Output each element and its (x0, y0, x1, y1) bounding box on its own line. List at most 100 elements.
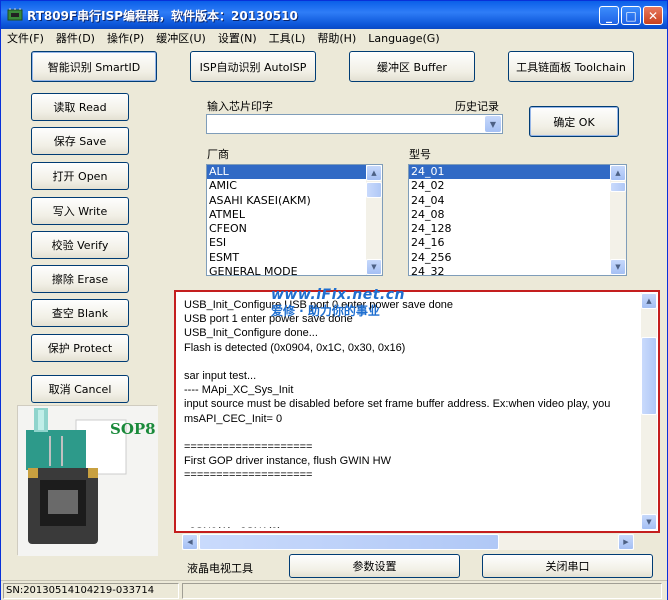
log-panel[interactable]: USB_Init_Configure USB port 0 enter powe… (174, 290, 660, 533)
close-window-button[interactable]: ✕ (643, 6, 663, 25)
sop8-label: SOP8 (110, 420, 156, 438)
list-item[interactable]: ESMT (207, 251, 382, 265)
vendor-scrollbar[interactable]: ▲ ▼ (366, 165, 382, 275)
scroll-left-icon[interactable]: ◀ (182, 534, 198, 550)
cancel-button[interactable]: 取消 Cancel (31, 375, 129, 403)
model-label: 型号 (409, 148, 431, 161)
status-bar: SN:20130514104219-033714 (1, 580, 667, 600)
scroll-thumb[interactable] (610, 182, 626, 192)
scroll-down-icon[interactable]: ▼ (366, 259, 382, 275)
list-item[interactable]: 24_02 (409, 179, 626, 193)
open-button[interactable]: 打开 Open (31, 162, 129, 190)
log-line: ==================== (184, 440, 313, 453)
list-item[interactable]: 24_08 (409, 208, 626, 222)
list-item[interactable]: CFEON (207, 222, 382, 236)
scroll-up-icon[interactable]: ▲ (610, 165, 626, 181)
log-vscrollbar[interactable]: ▲ ▼ (641, 293, 657, 530)
scroll-right-icon[interactable]: ▶ (618, 534, 634, 550)
title-bar[interactable]: RT809F串行ISP编程器，软件版本：20130510 _ □ ✕ (1, 1, 667, 29)
blank-check-button[interactable]: 查空 Blank (31, 299, 129, 327)
menu-settings[interactable]: 设置(N) (218, 30, 257, 46)
log-line: input source must be disabled before set… (184, 398, 611, 411)
menu-device[interactable]: 器件(D) (56, 30, 95, 46)
maximize-button[interactable]: □ (621, 6, 641, 25)
vendor-item-selected[interactable]: ALL (207, 165, 366, 180)
status-pane-main (182, 583, 662, 599)
log-line: ==================== (184, 469, 313, 482)
model-list[interactable]: 24_01 24_02 24_04 24_08 24_128 24_16 24_… (408, 164, 627, 276)
window-title: RT809F串行ISP编程器，软件版本：20130510 (27, 9, 298, 23)
app-icon (7, 8, 23, 21)
minimize-button[interactable]: _ (599, 6, 619, 25)
vendor-label: 厂商 (207, 148, 229, 161)
list-item[interactable]: 24_128 (409, 222, 626, 236)
list-item[interactable]: 24_04 (409, 194, 626, 208)
log-hscrollbar[interactable]: ◀ ▶ (182, 534, 634, 550)
smart-id-button[interactable]: 智能识别 SmartID (31, 51, 157, 82)
list-item[interactable]: ESI (207, 236, 382, 250)
list-item[interactable]: AMIC (207, 179, 382, 193)
log-line: s8SN0(A) s8SN1(9) (184, 525, 636, 528)
save-button[interactable]: 保存 Save (31, 127, 129, 155)
protect-button[interactable]: 保护 Protect (31, 334, 129, 362)
main-window: RT809F串行ISP编程器，软件版本：20130510 _ □ ✕ 文件(F)… (0, 0, 668, 600)
read-button[interactable]: 读取 Read (31, 93, 129, 121)
list-item[interactable]: GENERAL MODE (207, 265, 382, 275)
scroll-up-icon[interactable]: ▲ (641, 293, 657, 309)
menu-file[interactable]: 文件(F) (7, 30, 44, 46)
menu-operation[interactable]: 操作(P) (107, 30, 144, 46)
vendor-list[interactable]: ALL AMIC ASAHI KASEI(AKM) ATMEL CFEON ES… (206, 164, 383, 276)
list-item[interactable]: 24_32 (409, 265, 626, 275)
list-item[interactable]: 24_16 (409, 236, 626, 250)
log-line: USB_Init_Configure USB port 0 enter powe… (184, 299, 454, 311)
write-button[interactable]: 写入 Write (31, 197, 129, 225)
minimize-icon: _ (606, 8, 612, 23)
close-icon: ✕ (647, 8, 659, 23)
scroll-thumb[interactable] (641, 337, 657, 415)
tv-tool-label: 液晶电视工具 (187, 562, 253, 575)
erase-button[interactable]: 擦除 Erase (31, 265, 129, 293)
params-settings-button[interactable]: 参数设置 (289, 554, 460, 578)
menu-buffer[interactable]: 缓冲区(U) (156, 30, 206, 46)
scroll-down-icon[interactable]: ▼ (641, 514, 657, 530)
scroll-thumb[interactable] (199, 534, 499, 550)
menu-tools[interactable]: 工具(L) (269, 30, 306, 46)
chip-marking-label: 输入芯片印字 (207, 100, 273, 113)
log-line: First GOP driver instance, flush GWIN HW (184, 455, 392, 468)
verify-button[interactable]: 校验 Verify (31, 231, 129, 259)
close-serial-port-button[interactable]: 关闭串口 (482, 554, 653, 578)
log-line: sar input test... (184, 369, 257, 382)
chip-marking-combo[interactable]: ▼ (206, 114, 503, 134)
list-item[interactable]: ASAHI KASEI(AKM) (207, 194, 382, 208)
confirm-ok-button[interactable]: 确定 OK (529, 106, 619, 137)
model-scrollbar[interactable]: ▲ ▼ (610, 165, 626, 275)
list-item[interactable]: ATMEL (207, 208, 382, 222)
menu-language[interactable]: Language(G) (368, 32, 439, 45)
log-line: USB port 1 enter power save done (184, 313, 353, 326)
maximize-icon: □ (625, 8, 637, 23)
log-line: ---- MApi_XC_Sys_Init (184, 384, 294, 397)
model-item-selected[interactable]: 24_01 (409, 165, 610, 180)
buffer-button[interactable]: 缓冲区 Buffer (349, 51, 475, 82)
scroll-up-icon[interactable]: ▲ (366, 165, 382, 181)
log-line: msAPI_CEC_Init= 0 (184, 412, 283, 425)
list-item[interactable]: 24_256 (409, 251, 626, 265)
scroll-thumb[interactable] (366, 182, 382, 198)
scroll-down-icon[interactable]: ▼ (610, 259, 626, 275)
log-line: Flash is detected (0x0904, 0x1C, 0x30, 0… (184, 341, 406, 354)
log-line: USB_Init_Configure done... (184, 327, 318, 340)
menu-bar: 文件(F) 器件(D) 操作(P) 缓冲区(U) 设置(N) 工具(L) 帮助(… (1, 29, 667, 47)
auto-isp-button[interactable]: ISP自动识别 AutoISP (190, 51, 316, 82)
toolchain-button[interactable]: 工具链面板 Toolchain (508, 51, 634, 82)
menu-help[interactable]: 帮助(H) (317, 30, 356, 46)
sop8-adapter-image: SOP8 (17, 405, 158, 556)
serial-number-status: SN:20130514104219-033714 (3, 583, 179, 599)
log-text[interactable]: USB_Init_Configure USB port 0 enter powe… (184, 298, 636, 528)
history-label: 历史记录 (455, 100, 499, 113)
dropdown-arrow-icon[interactable]: ▼ (485, 116, 501, 132)
